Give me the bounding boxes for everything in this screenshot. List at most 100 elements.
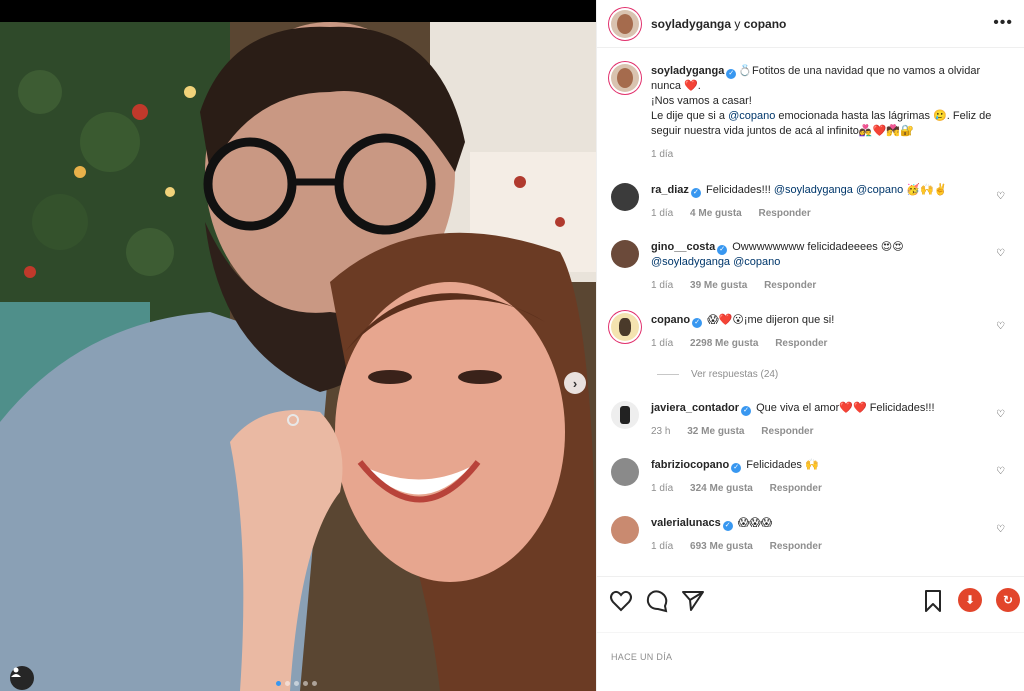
heart-icon[interactable]: ♡ — [996, 321, 1005, 332]
comment-item: ra_diaz ✓ Felicidades!!! @soyladyganga @c… — [611, 183, 1011, 221]
comment-text: ra_diaz ✓ Felicidades!!! @soyladyganga @c… — [651, 183, 1001, 221]
comment-body: Felicidades!!! — [705, 184, 774, 196]
comment-likes[interactable]: 32 Me gusta — [687, 426, 744, 437]
reply-button[interactable]: Responder — [770, 541, 822, 552]
view-replies-button[interactable]: Ver respuestas (24) — [657, 369, 778, 380]
comment-username[interactable]: valerialunacs — [651, 517, 721, 529]
post-author[interactable]: soyladyganga y copano — [651, 17, 786, 31]
avatar[interactable] — [611, 458, 639, 486]
reply-button[interactable]: Responder — [761, 426, 813, 437]
comment-text: copano ✓ 😱❤️😮¡me dijeron que si! 1 día 22… — [651, 313, 1001, 351]
comment-time[interactable]: 1 día — [651, 208, 673, 219]
author-username[interactable]: soyladyganga — [651, 17, 731, 31]
verified-icon: ✓ — [741, 406, 752, 416]
carousel-dot — [294, 681, 299, 686]
avatar[interactable] — [611, 401, 639, 429]
chevron-right-icon: › — [572, 375, 578, 391]
comment-mentions[interactable]: @soyladyganga @copano — [774, 184, 903, 196]
comment-item: copano ✓ 😱❤️😮¡me dijeron que si! 1 día 22… — [611, 313, 1011, 351]
photo-illustration — [0, 22, 596, 691]
heart-icon[interactable]: ♡ — [996, 524, 1005, 535]
comment-meta: 1 día 693 Me gusta Responder — [651, 539, 1001, 554]
verified-icon: ✓ — [726, 69, 737, 79]
comment-time[interactable]: 1 día — [651, 541, 673, 552]
reply-button[interactable]: Responder — [775, 338, 827, 349]
comment-meta: 1 día 4 Me gusta Responder — [651, 206, 1001, 221]
comment-username[interactable]: fabriziocopano — [651, 459, 729, 471]
download-icon[interactable]: ⬇ — [958, 588, 982, 612]
comment-meta: 1 día 324 Me gusta Responder — [651, 481, 1001, 496]
verified-icon: ✓ — [731, 463, 742, 473]
tagged-users-button[interactable] — [10, 666, 34, 690]
comment-text: fabriziocopano ✓ Felicidades 🙌 1 día 324 … — [651, 458, 1001, 496]
comment-time[interactable]: 1 día — [651, 338, 673, 349]
comment-username[interactable]: gino__costa — [651, 241, 715, 253]
comment-body: Que viva el amor❤️❤️ Felicidades!!! — [756, 402, 935, 414]
comment-username[interactable]: javiera_contador — [651, 402, 739, 414]
comment-username[interactable]: ra_diaz — [651, 184, 689, 196]
comment-body: 😱😱😱 — [737, 517, 773, 529]
comment-username[interactable]: copano — [651, 314, 690, 326]
comment-mentions[interactable]: @soyladyganga @copano — [651, 256, 780, 268]
carousel-dot — [312, 681, 317, 686]
replies-label[interactable]: Ver respuestas (24) — [691, 369, 778, 380]
carousel-dot — [276, 681, 281, 686]
divider — [597, 632, 1024, 633]
comment-meta: 23 h 32 Me gusta Responder — [651, 424, 1001, 439]
comment-likes[interactable]: 693 Me gusta — [690, 541, 753, 552]
reply-button[interactable]: Responder — [759, 208, 811, 219]
comment-meta: 1 día 39 Me gusta Responder — [651, 278, 1001, 293]
collab-username[interactable]: copano — [744, 17, 787, 31]
comment-item: javiera_contador ✓ Que viva el amor❤️❤️ F… — [611, 401, 1011, 439]
comment-time[interactable]: 1 día — [651, 483, 673, 494]
caption-username[interactable]: soyladyganga — [651, 65, 724, 77]
caption-meta: 1 día — [651, 147, 1011, 162]
post-caption: soyladyganga ✓ 💍Fotitos de una navidad que… — [611, 64, 1011, 162]
avatar[interactable] — [611, 64, 639, 92]
top-bar — [0, 0, 596, 22]
comment-likes[interactable]: 324 Me gusta — [690, 483, 753, 494]
comment-body: 😱❤️😮¡me dijeron que si! — [707, 314, 835, 326]
avatar[interactable] — [611, 240, 639, 268]
heart-icon[interactable]: ♡ — [996, 191, 1005, 202]
comment-emoji: 🥳🙌✌️ — [903, 184, 948, 196]
avatar[interactable] — [611, 516, 639, 544]
author-joiner: y — [731, 16, 744, 31]
replies-divider — [657, 374, 679, 375]
reply-button[interactable]: Responder — [764, 280, 816, 291]
action-bar: ⬇ ↻ — [597, 576, 1024, 626]
carousel-dots — [276, 681, 317, 686]
post-details-panel: soyladyganga y copano ••• soyladyganga ✓ 💍… — [596, 0, 1024, 691]
avatar[interactable] — [611, 183, 639, 211]
comment-likes[interactable]: 2298 Me gusta — [690, 338, 758, 349]
post-timestamp[interactable]: HACE UN DÍA — [611, 652, 672, 662]
comment-time[interactable]: 23 h — [651, 426, 670, 437]
heart-icon[interactable]: ♡ — [996, 466, 1005, 477]
refresh-icon[interactable]: ↻ — [996, 588, 1020, 612]
comment-item: gino__costa ✓ Owwwwwwww felicidadeeees 😍😍… — [611, 240, 1011, 293]
comment-text: valerialunacs ✓ 😱😱😱 1 día 693 Me gusta Re… — [651, 516, 1001, 554]
comment-time[interactable]: 1 día — [651, 280, 673, 291]
heart-icon[interactable] — [609, 589, 633, 613]
comment-likes[interactable]: 4 Me gusta — [690, 208, 742, 219]
paper-plane-icon[interactable] — [681, 589, 705, 613]
comment-icon[interactable] — [645, 589, 669, 613]
avatar[interactable] — [611, 9, 639, 38]
comment-text: javiera_contador ✓ Que viva el amor❤️❤️ F… — [651, 401, 1001, 439]
heart-icon[interactable]: ♡ — [996, 248, 1005, 259]
comment-body: Owwwwwwww felicidadeeees 😍😍 — [732, 241, 904, 253]
avatar[interactable] — [611, 313, 639, 341]
comment-meta: 1 día 2298 Me gusta Responder — [651, 336, 1001, 351]
caption-line2: ¡Nos vamos a casar! — [651, 95, 752, 107]
reply-button[interactable]: Responder — [770, 483, 822, 494]
comment-likes[interactable]: 39 Me gusta — [690, 280, 747, 291]
carousel-dot — [303, 681, 308, 686]
bookmark-icon[interactable] — [921, 589, 945, 613]
next-slide-button[interactable]: › — [564, 372, 586, 394]
more-icon[interactable]: ••• — [993, 14, 1013, 32]
carousel-dot — [285, 681, 290, 686]
caption-mention[interactable]: @copano — [728, 110, 775, 122]
verified-icon: ✓ — [717, 245, 728, 255]
caption-time[interactable]: 1 día — [651, 149, 673, 160]
heart-icon[interactable]: ♡ — [996, 409, 1005, 420]
